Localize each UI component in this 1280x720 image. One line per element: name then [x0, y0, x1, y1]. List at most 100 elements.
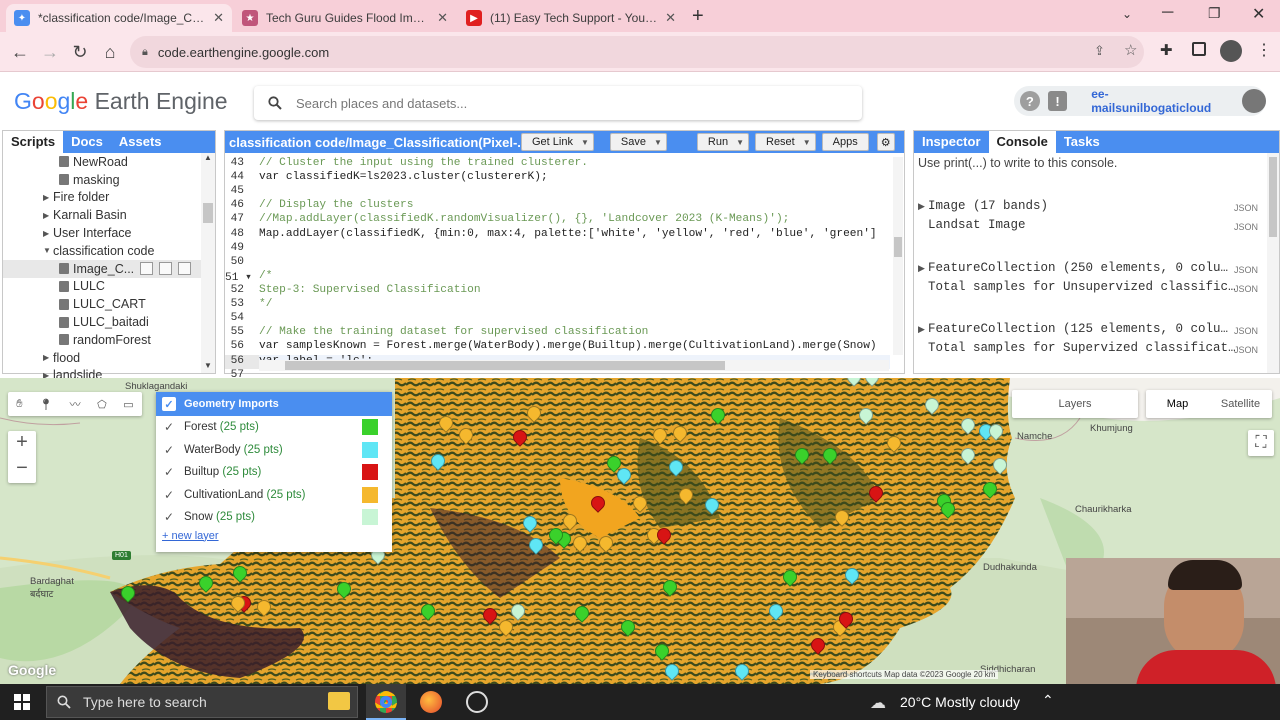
script-tree-item[interactable]: LULC_baitadi [3, 313, 201, 331]
script-tree-item[interactable]: LULC_CART [3, 295, 201, 313]
sample-point-marker-icon[interactable] [196, 573, 216, 593]
sample-point-marker-icon[interactable] [520, 513, 540, 533]
sample-point-marker-icon[interactable] [334, 579, 354, 599]
feedback-icon[interactable]: ! [1047, 91, 1068, 111]
geometry-layer-item[interactable]: ✓ CultivationLand (25 pts) [156, 484, 392, 507]
sample-point-marker-icon[interactable] [510, 427, 530, 447]
code-line[interactable]: 50 [225, 256, 890, 270]
user-box[interactable]: ? ! ee-mailsunilbogaticloud [1014, 86, 1266, 116]
url-field[interactable]: 🔒︎ code.earthengine.google.com [130, 36, 1144, 68]
checkbox-checked-icon[interactable]: ✓ [162, 465, 176, 479]
sample-point-marker-icon[interactable] [118, 583, 138, 603]
sample-point-marker-icon[interactable] [844, 378, 864, 387]
sample-point-marker-icon[interactable] [958, 445, 978, 465]
get-link-button[interactable]: Get Link ▼ [521, 133, 594, 151]
scripts-scrollbar[interactable]: ▲ ▼ [201, 153, 215, 373]
sample-point-marker-icon[interactable] [922, 395, 942, 415]
sample-point-marker-icon[interactable] [572, 603, 592, 623]
weather-text[interactable]: 20°C Mostly cloudy [900, 694, 1020, 710]
sample-point-marker-icon[interactable] [980, 479, 1000, 499]
editor-hscrollbar[interactable] [259, 360, 889, 371]
folder-collapsed-icon[interactable]: ▶ [43, 353, 53, 362]
script-tree-item[interactable]: ▼ classification code [3, 242, 201, 260]
file-explorer-icon[interactable] [328, 692, 350, 710]
code-line[interactable]: 46 // Display the clusters [225, 199, 890, 213]
app-icon[interactable] [466, 691, 488, 713]
code-line[interactable]: 52 Step-3: Supervised Classification [225, 284, 890, 298]
scrollbar-thumb[interactable] [1269, 157, 1277, 237]
sample-point-marker-icon[interactable] [428, 451, 448, 471]
checkbox-checked-icon[interactable]: ✓ [162, 443, 176, 457]
scroll-up-icon[interactable]: ▲ [204, 153, 212, 162]
json-tag[interactable]: JSON [1234, 326, 1258, 336]
folder-collapsed-icon[interactable]: ▶ [43, 229, 53, 238]
tab-assets[interactable]: Assets [111, 131, 170, 153]
sample-point-marker-icon[interactable] [526, 535, 546, 555]
minimize-icon[interactable]: ─ [1162, 4, 1173, 22]
sample-point-marker-icon[interactable] [666, 457, 686, 477]
sample-point-marker-icon[interactable] [866, 483, 886, 503]
point-marker-icon[interactable]: 📍︎ [39, 398, 53, 411]
sample-point-marker-icon[interactable] [650, 425, 670, 445]
new-layer-link[interactable]: + new layer [156, 530, 392, 542]
json-tag[interactable]: JSON [1234, 345, 1258, 355]
settings-gear-icon[interactable]: ⚙ [876, 133, 895, 151]
console-entry-unsupervised[interactable]: ▶ FeatureCollection (250 elements, 0 col… [914, 261, 1264, 301]
geometry-layer-item[interactable]: ✓ Snow (25 pts) [156, 506, 392, 529]
tab-tasks[interactable]: Tasks [1056, 131, 1108, 153]
profile-avatar[interactable] [1220, 40, 1242, 62]
browser-tab-youtube[interactable]: ▶ (11) Easy Tech Support - YouTube ✕ [458, 4, 684, 32]
tray-chevron-icon[interactable]: ⌃ [1042, 692, 1054, 709]
close-icon[interactable]: ✕ [437, 10, 448, 26]
map-type-map[interactable]: Map [1146, 398, 1209, 410]
tab-docs[interactable]: Docs [63, 131, 111, 153]
json-tag[interactable]: JSON [1234, 265, 1258, 275]
script-tree-item[interactable]: LULC [3, 278, 201, 296]
reset-button[interactable]: Reset ▼ [755, 133, 816, 151]
sample-point-marker-icon[interactable] [862, 378, 882, 387]
sample-point-marker-icon[interactable] [808, 635, 828, 655]
share-icon[interactable]: ⇪ [1094, 43, 1105, 59]
chrome-taskbar-item[interactable] [366, 684, 406, 720]
sample-point-marker-icon[interactable] [856, 405, 876, 425]
sample-point-marker-icon[interactable] [630, 493, 650, 513]
sample-point-marker-icon[interactable] [708, 405, 728, 425]
checkbox-checked-icon[interactable]: ✓ [162, 488, 176, 502]
browser-tab-techguru[interactable]: ★ Tech Guru Guides Flood Impact A ✕ [234, 4, 456, 32]
sample-point-marker-icon[interactable] [820, 445, 840, 465]
project-username[interactable]: ee-mailsunilbogaticloud [1091, 87, 1226, 115]
checkbox-checked-icon[interactable]: ✓ [162, 420, 176, 434]
folder-expanded-icon[interactable]: ▼ [43, 246, 53, 255]
line-icon[interactable]: 〰 [70, 396, 81, 412]
json-tag[interactable]: JSON [1234, 203, 1258, 213]
script-tree-item[interactable]: ▶ Karnali Basin [3, 206, 201, 224]
layer-color-swatch[interactable] [362, 464, 378, 481]
sample-point-marker-icon[interactable] [842, 565, 862, 585]
editor-scrollbar[interactable] [893, 157, 903, 355]
apps-button[interactable]: Apps [821, 133, 869, 151]
tab-inspector[interactable]: Inspector [914, 131, 989, 153]
code-line[interactable]: 43 // Cluster the input using the trained… [225, 157, 890, 171]
code-line[interactable]: 47 //Map.addLayer(classifiedK.randomVisua… [225, 213, 890, 227]
geometry-layer-item[interactable]: ✓ Builtup (25 pts) [156, 461, 392, 484]
save-button[interactable]: Save ▼ [609, 133, 667, 151]
run-button[interactable]: Run ▼ [696, 133, 749, 151]
share-icon[interactable] [140, 262, 154, 276]
sample-point-marker-icon[interactable] [832, 507, 852, 527]
console-entry-image[interactable]: ▶ Image (17 bands) Landsat Image JSON JS… [914, 199, 1264, 239]
layer-color-swatch[interactable] [362, 419, 378, 436]
sample-point-marker-icon[interactable] [560, 511, 580, 531]
tab-console[interactable]: Console [988, 131, 1056, 153]
sample-point-marker-icon[interactable] [524, 403, 544, 423]
edit-icon[interactable] [159, 262, 173, 276]
json-tag[interactable]: JSON [1234, 284, 1258, 294]
console-scrollbar[interactable] [1267, 153, 1279, 373]
browser-menu-icon[interactable]: ⋮ [1256, 40, 1272, 60]
checkbox-checked-icon[interactable]: ✓ [162, 510, 176, 524]
code-line[interactable]: 51 ▾ /* [225, 270, 890, 284]
back-arrow-icon[interactable]: ← [8, 40, 32, 64]
taskbar-search-box[interactable]: Type here to search 🎒︎ [46, 686, 358, 718]
script-tree-item[interactable]: ▶ Fire folder [3, 189, 201, 207]
sample-point-marker-icon[interactable] [254, 597, 274, 617]
geometry-imports-header[interactable]: ✓ Geometry Imports [156, 392, 392, 416]
